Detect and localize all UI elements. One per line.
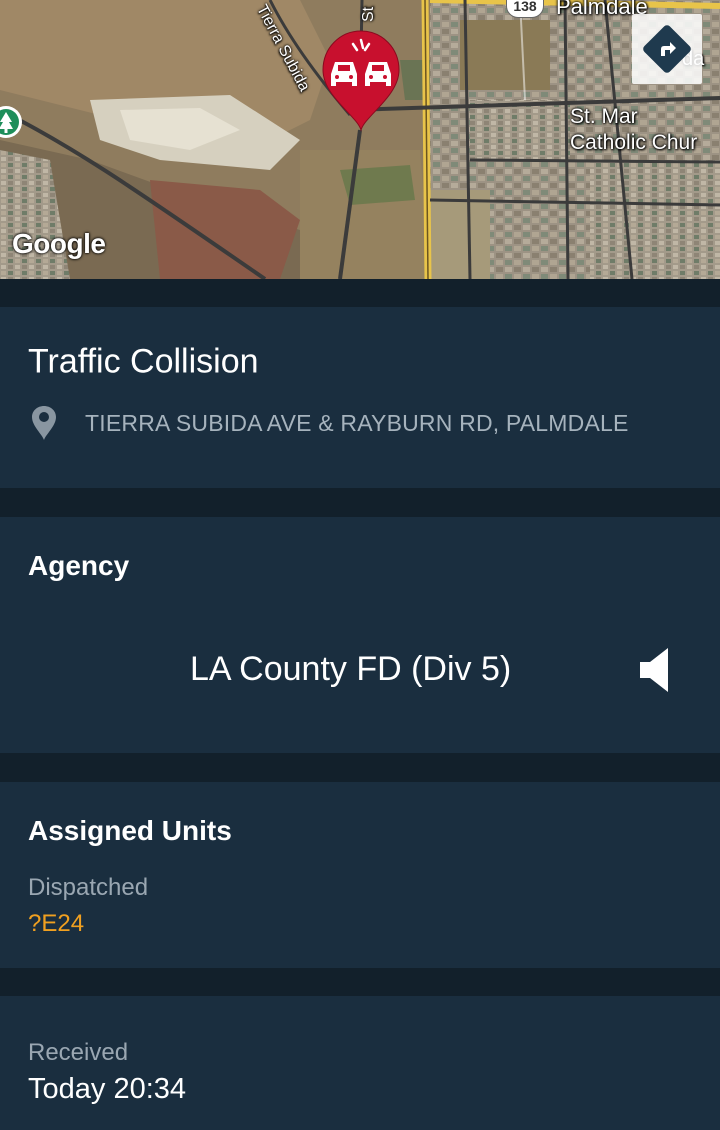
map-label-st-mary-line1: St. Mar <box>570 105 638 128</box>
assigned-units-heading: Assigned Units <box>28 815 232 846</box>
map-label-st-mary: St. Mar Catholic Chur <box>570 104 697 156</box>
received-time: Today 20:34 <box>28 1073 187 1105</box>
traffic-collision-icon[interactable] <box>317 26 405 134</box>
map-view[interactable]: 138 Palmdale da St. Mar Catholic Chur Ti… <box>0 0 720 279</box>
incident-panel <box>0 307 720 488</box>
location-pin-icon <box>32 406 56 440</box>
incident-title: Traffic Collision <box>28 342 259 381</box>
agency-name: LA County FD (Div 5) <box>190 650 512 688</box>
dispatched-label: Dispatched <box>28 874 149 901</box>
map-label-st-mary-line2: Catholic Chur <box>570 131 698 154</box>
received-label: Received <box>28 1039 129 1066</box>
incident-address: TIERRA SUBIDA AVE & RAYBURN RD, PALMDALE <box>85 409 629 436</box>
park-tree-icon[interactable] <box>0 104 24 150</box>
incident-location[interactable]: TIERRA SUBIDA AVE & RAYBURN RD, PALMDALE <box>28 404 629 442</box>
google-attribution: Google <box>12 228 106 259</box>
route-shield: 138 <box>506 0 544 18</box>
directions-icon <box>641 23 693 75</box>
map-label-street: St <box>360 6 377 22</box>
unit-link[interactable]: ?E24 <box>28 910 84 938</box>
directions-button[interactable] <box>632 14 702 84</box>
speaker-icon[interactable] <box>638 646 672 694</box>
agency-heading: Agency <box>28 550 130 581</box>
